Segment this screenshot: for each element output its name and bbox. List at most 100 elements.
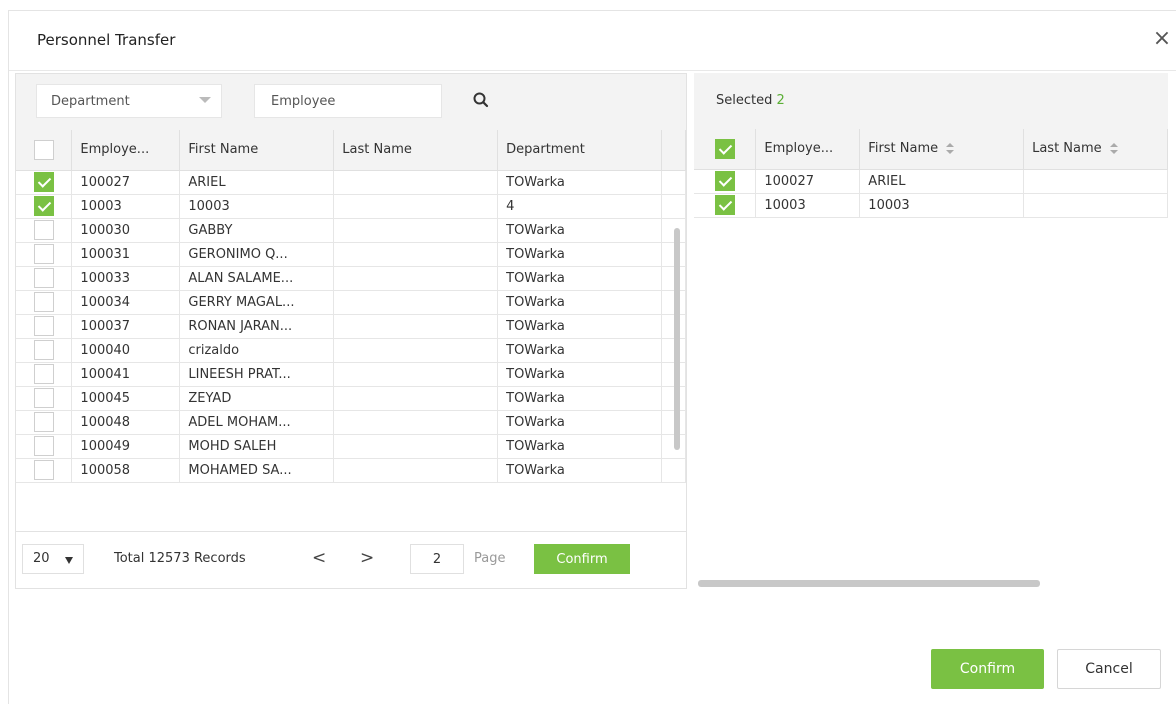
checkbox-cell bbox=[16, 338, 73, 363]
last-name-cell bbox=[333, 314, 499, 339]
close-icon[interactable]: × bbox=[1151, 28, 1173, 50]
checkbox-cell bbox=[16, 218, 73, 243]
checkbox-cell bbox=[16, 194, 73, 219]
table-row[interactable]: 100045 ZEYAD TOWarka bbox=[16, 386, 686, 411]
selected-summary: Selected 2 bbox=[716, 93, 785, 108]
table-row[interactable]: 100033 ALAN SALAME... TOWarka bbox=[16, 266, 686, 291]
row-checkbox[interactable] bbox=[33, 244, 54, 264]
last-name-cell bbox=[333, 218, 499, 243]
column-header-employee-id[interactable]: Employe... bbox=[71, 130, 181, 171]
employee-table-grid: Employe... First Name Last Name Departme… bbox=[16, 130, 686, 483]
checkbox-cell bbox=[16, 362, 73, 387]
last-name-cell bbox=[333, 458, 499, 483]
last-name-cell bbox=[333, 386, 499, 411]
column-header-department[interactable]: Department bbox=[497, 130, 662, 171]
row-checkbox[interactable] bbox=[33, 340, 54, 360]
selected-header: Selected 2 bbox=[694, 73, 1168, 129]
employee-id-cell: 100030 bbox=[71, 218, 181, 243]
employee-id-cell: 10003 bbox=[71, 194, 181, 219]
left-panel: Department Employe... First Name Last Na… bbox=[15, 73, 687, 589]
department-cell: TOWarka bbox=[497, 170, 662, 195]
page-size-select[interactable]: 20 bbox=[22, 544, 84, 574]
department-cell: TOWarka bbox=[497, 410, 662, 435]
page-confirm-button[interactable]: Confirm bbox=[534, 544, 630, 574]
employee-id-cell: 100041 bbox=[71, 362, 181, 387]
table-row[interactable]: 100027 ARIEL TOWarka bbox=[16, 170, 686, 195]
dialog-header: Personnel Transfer × bbox=[9, 11, 1176, 71]
sort-icon[interactable] bbox=[1109, 142, 1118, 155]
dialog-title: Personnel Transfer bbox=[37, 31, 176, 49]
vertical-scrollbar[interactable] bbox=[674, 228, 680, 450]
scroll-gutter-cell bbox=[661, 458, 686, 483]
selected-column-employee-id[interactable]: Employe... bbox=[755, 129, 861, 170]
checkbox-cell bbox=[16, 290, 73, 315]
row-checkbox[interactable] bbox=[33, 460, 54, 480]
table-row[interactable]: 100031 GERONIMO Q... TOWarka bbox=[16, 242, 686, 267]
employee-id-cell: 100033 bbox=[71, 266, 181, 291]
last-name-cell bbox=[333, 362, 499, 387]
row-checkbox[interactable] bbox=[714, 171, 735, 191]
department-cell: TOWarka bbox=[497, 266, 662, 291]
table-row[interactable]: 100040 crizaldo TOWarka bbox=[16, 338, 686, 363]
checkbox-cell bbox=[16, 170, 73, 195]
employee-id-cell: 100031 bbox=[71, 242, 181, 267]
first-name-cell: GABBY bbox=[179, 218, 335, 243]
selected-column-last-name[interactable]: Last Name bbox=[1023, 129, 1168, 170]
confirm-button[interactable]: Confirm bbox=[931, 649, 1044, 689]
selected-row[interactable]: 10003 10003 bbox=[694, 193, 1168, 218]
last-name-cell bbox=[333, 242, 499, 267]
first-name-cell: ZEYAD bbox=[179, 386, 335, 411]
row-checkbox[interactable] bbox=[33, 268, 54, 288]
table-row[interactable]: 10003 10003 4 bbox=[16, 194, 686, 219]
checkbox-cell bbox=[16, 386, 73, 411]
cancel-button[interactable]: Cancel bbox=[1057, 649, 1161, 689]
next-page-icon[interactable]: > bbox=[360, 548, 374, 568]
selected-column-first-name[interactable]: First Name bbox=[859, 129, 1025, 170]
row-checkbox[interactable] bbox=[33, 292, 54, 312]
pagination-bar: 20 Total 12573 Records < > Page Confirm bbox=[16, 531, 686, 589]
employee-search-input[interactable] bbox=[254, 84, 442, 118]
department-cell: TOWarka bbox=[497, 242, 662, 267]
row-checkbox[interactable] bbox=[33, 220, 54, 240]
select-all-checkbox[interactable] bbox=[33, 139, 54, 160]
row-checkbox[interactable] bbox=[33, 196, 54, 216]
selected-all-checkbox[interactable] bbox=[714, 138, 735, 159]
checkbox-cell bbox=[16, 314, 73, 339]
first-name-cell: ARIEL bbox=[179, 170, 335, 195]
last-name-cell bbox=[333, 194, 499, 219]
row-checkbox[interactable] bbox=[33, 412, 54, 432]
row-checkbox[interactable] bbox=[33, 364, 54, 384]
caret-down-icon bbox=[65, 557, 73, 564]
row-checkbox[interactable] bbox=[714, 195, 735, 215]
row-checkbox[interactable] bbox=[33, 172, 54, 192]
first-name-cell: MOHAMED SA... bbox=[179, 458, 335, 483]
selected-last-name-cell bbox=[1023, 193, 1168, 218]
page-number-input[interactable] bbox=[410, 544, 464, 574]
table-row[interactable]: 100058 MOHAMED SA... TOWarka bbox=[16, 458, 686, 483]
table-row[interactable]: 100041 LINEESH PRAT... TOWarka bbox=[16, 362, 686, 387]
table-row[interactable]: 100034 GERRY MAGAL... TOWarka bbox=[16, 290, 686, 315]
sort-icon[interactable] bbox=[946, 142, 955, 155]
table-header-row: Employe... First Name Last Name Departme… bbox=[16, 130, 686, 171]
column-header-first-name[interactable]: First Name bbox=[179, 130, 335, 171]
selected-first-name-cell: 10003 bbox=[859, 193, 1025, 218]
department-select[interactable]: Department bbox=[36, 84, 222, 118]
employee-id-cell: 100040 bbox=[71, 338, 181, 363]
row-checkbox[interactable] bbox=[33, 316, 54, 336]
scroll-gutter-cell bbox=[661, 170, 686, 195]
checkbox-cell bbox=[694, 169, 757, 194]
table-row[interactable]: 100030 GABBY TOWarka bbox=[16, 218, 686, 243]
column-header-last-name[interactable]: Last Name bbox=[333, 130, 499, 171]
row-checkbox[interactable] bbox=[33, 436, 54, 456]
select-all-cell bbox=[16, 130, 73, 171]
row-checkbox[interactable] bbox=[33, 388, 54, 408]
horizontal-scrollbar[interactable] bbox=[698, 580, 1040, 587]
prev-page-icon[interactable]: < bbox=[312, 548, 326, 568]
table-row[interactable]: 100037 RONAN JARAN... TOWarka bbox=[16, 314, 686, 339]
table-row[interactable]: 100048 ADEL MOHAM... TOWarka bbox=[16, 410, 686, 435]
table-row[interactable]: 100049 MOHD SALEH TOWarka bbox=[16, 434, 686, 459]
selected-panel: Selected 2 Employe... First Name Last Na… bbox=[694, 73, 1168, 589]
search-icon[interactable] bbox=[472, 91, 490, 109]
selected-last-name-cell bbox=[1023, 169, 1168, 194]
selected-row[interactable]: 100027 ARIEL bbox=[694, 169, 1168, 194]
